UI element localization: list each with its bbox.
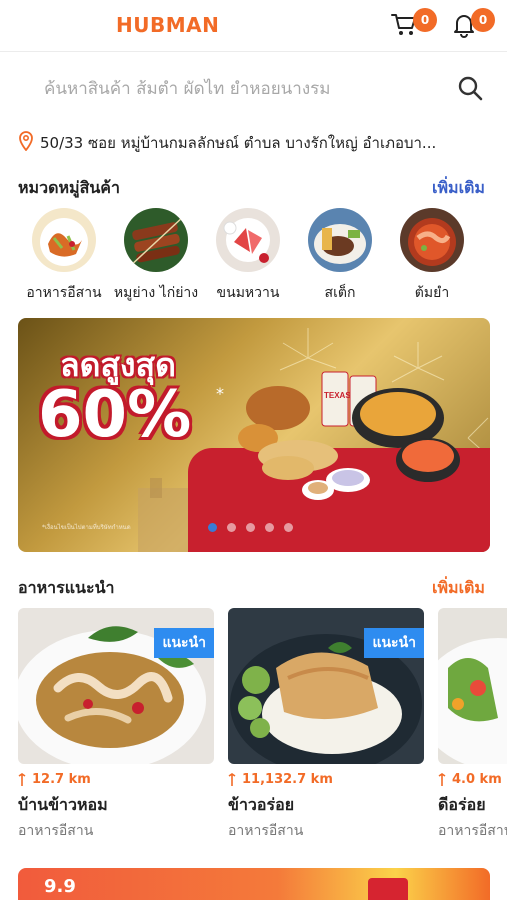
category-image: [32, 208, 96, 272]
category-item-isan[interactable]: อาหารอีสาน: [16, 208, 112, 304]
pagination-dot[interactable]: [208, 523, 217, 532]
restaurant-card[interactable]: แนะนำ 11,132.7 km ข้าวอร่อย อาหารอีสาน: [228, 608, 424, 838]
category-image: [124, 208, 188, 272]
restaurant-card[interactable]: 4.0 km ดีอร่อย อาหารอีสาน: [438, 608, 507, 838]
category-item-tomyum[interactable]: ต้มยำ: [384, 208, 480, 304]
banner-percent: 60%: [38, 378, 192, 452]
category-list: อาหารอีสาน หมูย่าง ไก่ย่าง ขนมหวาน สเต็ก…: [0, 208, 507, 304]
brand-logo[interactable]: HUBMAN: [116, 13, 219, 37]
restaurant-name: บ้านข้าวหอม: [18, 795, 108, 814]
recommended-title: อาหารแนะนำ: [18, 578, 115, 597]
category-item-dessert[interactable]: ขนมหวาน: [200, 208, 296, 304]
search-input[interactable]: [44, 74, 444, 104]
pagination-dot[interactable]: [265, 523, 274, 532]
banner-cup-label: TEXAS: [324, 391, 351, 400]
distance-pin-icon: [438, 772, 446, 786]
recommended-list: แนะนำ 12.7 km บ้านข้าวหอม อาหารอีสาน แนะ…: [0, 608, 507, 838]
restaurant-name: ข้าวอร่อย: [228, 795, 295, 814]
address-text: 50/33 ซอย หมู่บ้านกมลลักษณ์ ตำบล บางรักใ…: [40, 134, 437, 152]
categories-more-link[interactable]: เพิ่มเติม: [432, 176, 485, 201]
top-bar: HUBMAN 0 0: [0, 0, 507, 52]
promo-banner[interactable]: ลดสูงสุด 60% * TEXAS *เงื่อนไขเป็นไปตามท…: [18, 318, 490, 552]
notification-count-badge: 0: [471, 8, 495, 32]
banner-food-image: TEXAS: [238, 371, 460, 500]
distance-value: 12.7 km: [32, 772, 91, 787]
recommended-tag: แนะนำ: [364, 628, 424, 658]
category-image: [308, 208, 372, 272]
delivery-address[interactable]: 50/33 ซอย หมู่บ้านกมลลักษณ์ ตำบล บางรักใ…: [0, 126, 507, 160]
search-icon[interactable]: [456, 74, 484, 102]
category-item-grilled[interactable]: หมูย่าง ไก่ย่าง: [108, 208, 204, 304]
restaurant-image: แนะนำ: [228, 608, 424, 764]
recommended-tag: แนะนำ: [154, 628, 214, 658]
pagination-dot[interactable]: [227, 523, 236, 532]
search-bar: [0, 60, 507, 118]
distance-value: 11,132.7 km: [242, 772, 333, 787]
pagination-dot[interactable]: [246, 523, 255, 532]
bottom-banner-text: 9.9: [44, 876, 76, 897]
category-label: อาหารอีสาน: [26, 285, 102, 301]
restaurant-image: แนะนำ: [18, 608, 214, 764]
category-label: ขนมหวาน: [216, 285, 280, 301]
cart-count-badge: 0: [413, 8, 437, 32]
banner-fine-print: *เงื่อนไขเป็นไปตามที่บริษัทกำหนด: [42, 524, 131, 531]
recommended-more-link[interactable]: เพิ่มเติม: [432, 576, 485, 601]
category-image: [216, 208, 280, 272]
distance: 4.0 km: [438, 772, 507, 787]
distance-pin-icon: [18, 772, 26, 786]
category-image: [400, 208, 464, 272]
restaurant-name: ดีอร่อย: [438, 795, 486, 814]
restaurant-image: [438, 608, 507, 764]
distance-value: 4.0 km: [452, 772, 502, 787]
location-pin-icon: [19, 131, 33, 151]
bottom-promo-banner[interactable]: 9.9: [18, 868, 490, 900]
restaurant-category: อาหารอีสาน: [18, 823, 94, 838]
phone-image: [368, 878, 408, 900]
category-item-steak[interactable]: สเต็ก: [292, 208, 388, 304]
restaurant-card[interactable]: แนะนำ 12.7 km บ้านข้าวหอม อาหารอีสาน: [18, 608, 214, 838]
category-label: ต้มยำ: [414, 285, 450, 301]
restaurant-category: อาหารอีสาน: [438, 823, 507, 838]
distance: 12.7 km: [18, 772, 214, 787]
category-label: หมูย่าง ไก่ย่าง: [113, 285, 199, 301]
distance-pin-icon: [228, 772, 236, 786]
distance: 11,132.7 km: [228, 772, 424, 787]
category-label: สเต็ก: [324, 285, 356, 301]
pagination-dot[interactable]: [284, 523, 293, 532]
categories-title: หมวดหมู่สินค้า: [18, 178, 120, 197]
restaurant-category: อาหารอีสาน: [228, 823, 304, 838]
banner-pagination: [208, 523, 293, 532]
